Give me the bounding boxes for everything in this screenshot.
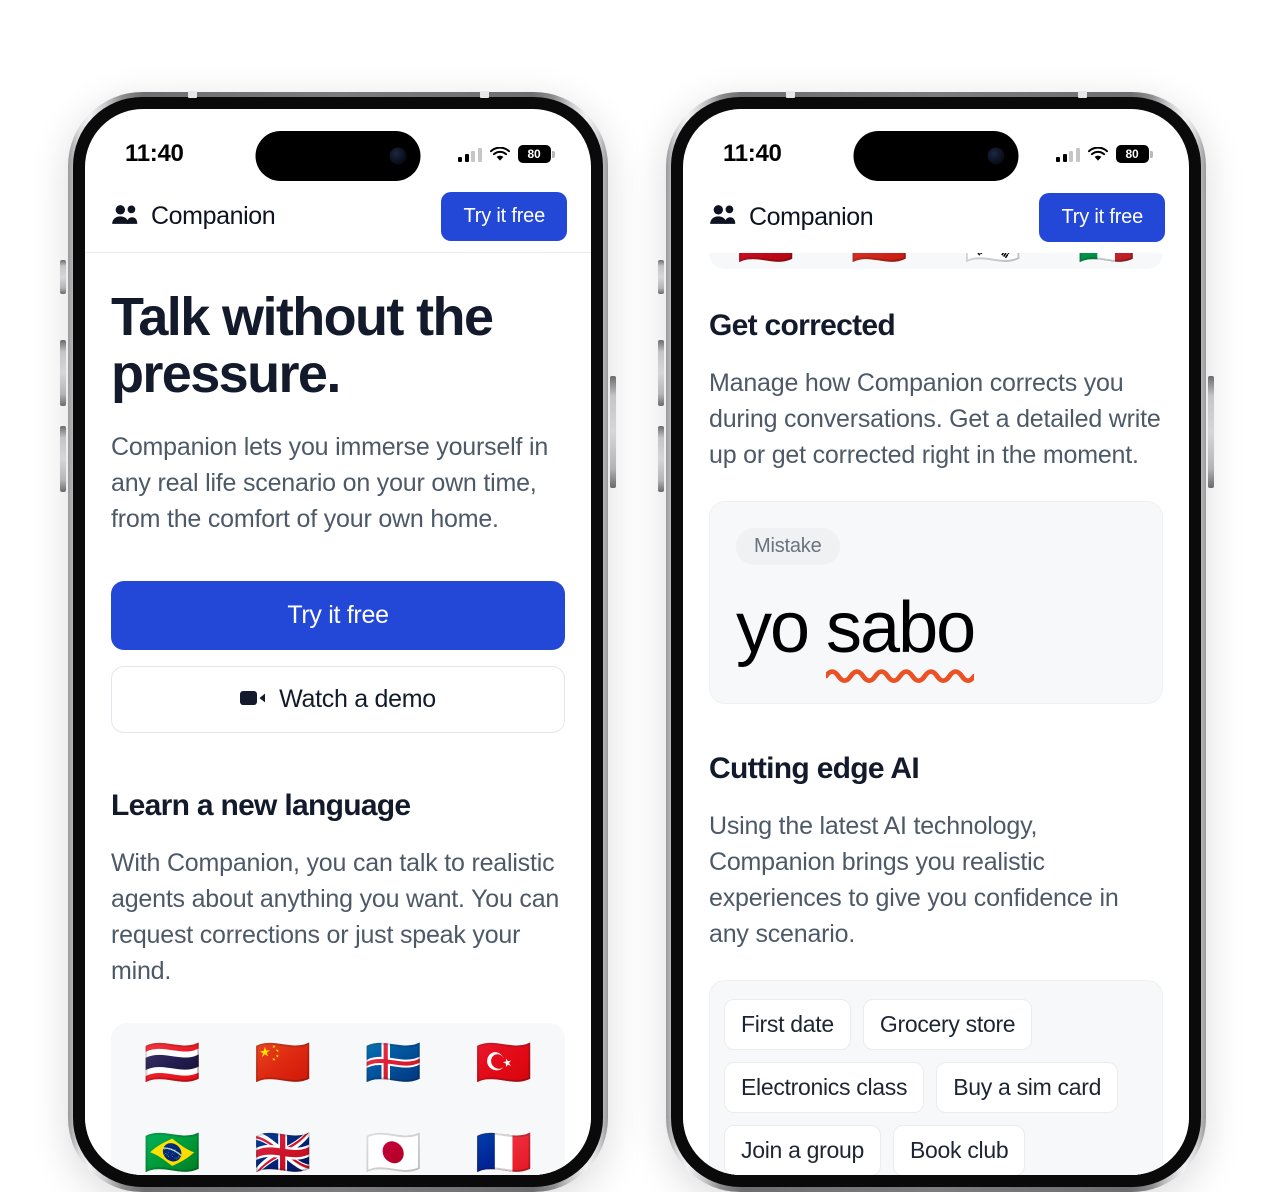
volume-down-button[interactable] bbox=[658, 426, 664, 492]
flag-china[interactable]: 🇨🇳 bbox=[254, 1039, 311, 1085]
battery-cap bbox=[1150, 150, 1153, 158]
front-camera-icon bbox=[389, 147, 407, 165]
wifi-icon bbox=[489, 146, 510, 162]
users-icon bbox=[111, 204, 139, 230]
app-header: Companion Try it free bbox=[85, 181, 591, 253]
hero-subtitle: Companion lets you immerse yourself in a… bbox=[111, 433, 549, 534]
mistake-phrase-prefix: yo bbox=[736, 588, 827, 668]
flag-south-korea[interactable]: 🇰🇷 bbox=[964, 253, 1021, 269]
video-camera-icon bbox=[240, 685, 266, 714]
mistake-error-word: sabo bbox=[826, 588, 976, 668]
watch-a-demo-label: Watch a demo bbox=[279, 685, 436, 714]
phone-bezel: 11:40 80 bbox=[671, 97, 1201, 1187]
status-bar-indicators: 80 bbox=[1056, 145, 1153, 163]
antenna-line bbox=[786, 91, 795, 98]
status-bar-indicators: 80 bbox=[458, 145, 555, 163]
flag-thailand[interactable]: 🇹🇭 bbox=[144, 1039, 201, 1085]
battery-icon: 80 bbox=[1115, 145, 1153, 163]
mistake-badge: Mistake bbox=[736, 528, 840, 565]
scenario-chip-first-date[interactable]: First date bbox=[724, 999, 851, 1050]
front-camera-icon bbox=[987, 147, 1005, 165]
scenario-chip-book-club[interactable]: Book club bbox=[893, 1125, 1026, 1175]
phone-device-right: 11:40 80 Companion Try it free Get corre… bbox=[658, 91, 1214, 1192]
flag-united-kingdom[interactable]: 🇬🇧 bbox=[254, 1129, 311, 1175]
page-content-left: Talk without the pressure. Companion let… bbox=[85, 253, 591, 1175]
page-content-right: Get corrected Manage how Companion corre… bbox=[683, 275, 1189, 1175]
volume-up-button[interactable] bbox=[60, 340, 66, 406]
section-body-cutting-edge-ai: Using the latest AI technology, Companio… bbox=[709, 812, 1119, 948]
dynamic-island bbox=[255, 131, 421, 181]
phone-bezel: 11:40 80 bbox=[73, 97, 603, 1187]
power-button[interactable] bbox=[1208, 376, 1214, 488]
brand-name: Companion bbox=[151, 202, 276, 230]
screenshot-stage: 11:40 80 Companion Try it free Talk with… bbox=[0, 0, 1280, 1192]
flag-iceland[interactable]: 🇮🇸 bbox=[365, 1039, 422, 1085]
watch-a-demo-button[interactable]: Watch a demo bbox=[111, 666, 565, 734]
users-icon bbox=[709, 204, 737, 230]
silent-switch-button[interactable] bbox=[658, 260, 664, 294]
status-bar-clock: 11:40 bbox=[723, 140, 782, 167]
battery-cap bbox=[552, 150, 555, 158]
phone-screen-left: 11:40 80 Companion Try it free Talk with… bbox=[85, 109, 591, 1175]
scenario-chip-buy-a-sim-card[interactable]: Buy a sim card bbox=[936, 1062, 1119, 1113]
hero-title: Talk without the pressure. bbox=[111, 287, 494, 405]
primary-try-it-free-button[interactable]: Try it free bbox=[111, 581, 565, 651]
section-body-learn-language: With Companion, you can talk to realisti… bbox=[111, 849, 560, 986]
status-bar-clock: 11:40 bbox=[125, 140, 184, 167]
section-title-cutting-edge-ai: Cutting edge AI bbox=[709, 752, 920, 785]
antenna-line bbox=[188, 91, 197, 98]
volume-down-button[interactable] bbox=[60, 426, 66, 492]
flag-japan[interactable]: 🇯🇵 bbox=[365, 1129, 422, 1175]
brand[interactable]: Companion bbox=[111, 202, 276, 231]
brand[interactable]: Companion bbox=[709, 202, 874, 232]
flag-turkey[interactable]: 🇹🇷 bbox=[475, 1039, 532, 1085]
scenario-chip-join-a-group[interactable]: Join a group bbox=[724, 1125, 881, 1175]
section-title-learn-language: Learn a new language bbox=[111, 789, 411, 823]
battery-level-text: 80 bbox=[517, 145, 551, 163]
antenna-line bbox=[480, 91, 489, 98]
scenario-chip-grocery-store[interactable]: Grocery store bbox=[862, 999, 1033, 1050]
partial-flag-grid: 🇪🇸 🇷🇺 🇰🇷 🇮🇹 bbox=[709, 253, 1163, 269]
flag-spain[interactable]: 🇪🇸 bbox=[737, 253, 794, 269]
header-try-it-free-button[interactable]: Try it free bbox=[1039, 192, 1165, 242]
cellular-bars-icon bbox=[1056, 147, 1080, 162]
phone-device-left: 11:40 80 Companion Try it free Talk with… bbox=[60, 91, 616, 1192]
flag-brazil[interactable]: 🇧🇷 bbox=[144, 1129, 201, 1175]
battery-level-text: 80 bbox=[1115, 145, 1149, 163]
silent-switch-button[interactable] bbox=[60, 260, 66, 294]
mistake-example-card: Mistake yo sabo bbox=[709, 501, 1163, 704]
scenario-chip-electronics-class[interactable]: Electronics class bbox=[724, 1062, 925, 1113]
mistake-phrase: yo sabo bbox=[736, 587, 1136, 683]
section-title-get-corrected: Get corrected bbox=[709, 309, 896, 342]
language-flag-grid: 🇹🇭 🇨🇳 🇮🇸 🇹🇷 🇧🇷 🇬🇧 🇯🇵 🇫🇷 bbox=[111, 1023, 565, 1175]
volume-up-button[interactable] bbox=[658, 340, 664, 406]
antenna-line bbox=[1078, 91, 1087, 98]
battery-icon: 80 bbox=[517, 145, 555, 163]
brand-name: Companion bbox=[749, 202, 874, 231]
flag-france[interactable]: 🇫🇷 bbox=[475, 1129, 532, 1175]
wifi-icon bbox=[1087, 146, 1108, 162]
error-squiggle-underline bbox=[826, 669, 975, 683]
cellular-bars-icon bbox=[458, 147, 482, 162]
header-try-it-free-button[interactable]: Try it free bbox=[441, 192, 567, 241]
flag-russia[interactable]: 🇷🇺 bbox=[851, 253, 908, 269]
app-header: Companion Try it free bbox=[683, 181, 1189, 253]
scenario-chips-card: First date Grocery store Electronics cla… bbox=[709, 980, 1163, 1175]
phone-screen-right: 11:40 80 Companion Try it free Get corre… bbox=[683, 109, 1189, 1175]
power-button[interactable] bbox=[610, 376, 616, 488]
mistake-phrase-error: sabo bbox=[826, 587, 976, 683]
flag-italy[interactable]: 🇮🇹 bbox=[1078, 253, 1135, 269]
section-body-get-corrected: Manage how Companion corrects you during… bbox=[709, 369, 1161, 469]
dynamic-island bbox=[853, 131, 1019, 181]
